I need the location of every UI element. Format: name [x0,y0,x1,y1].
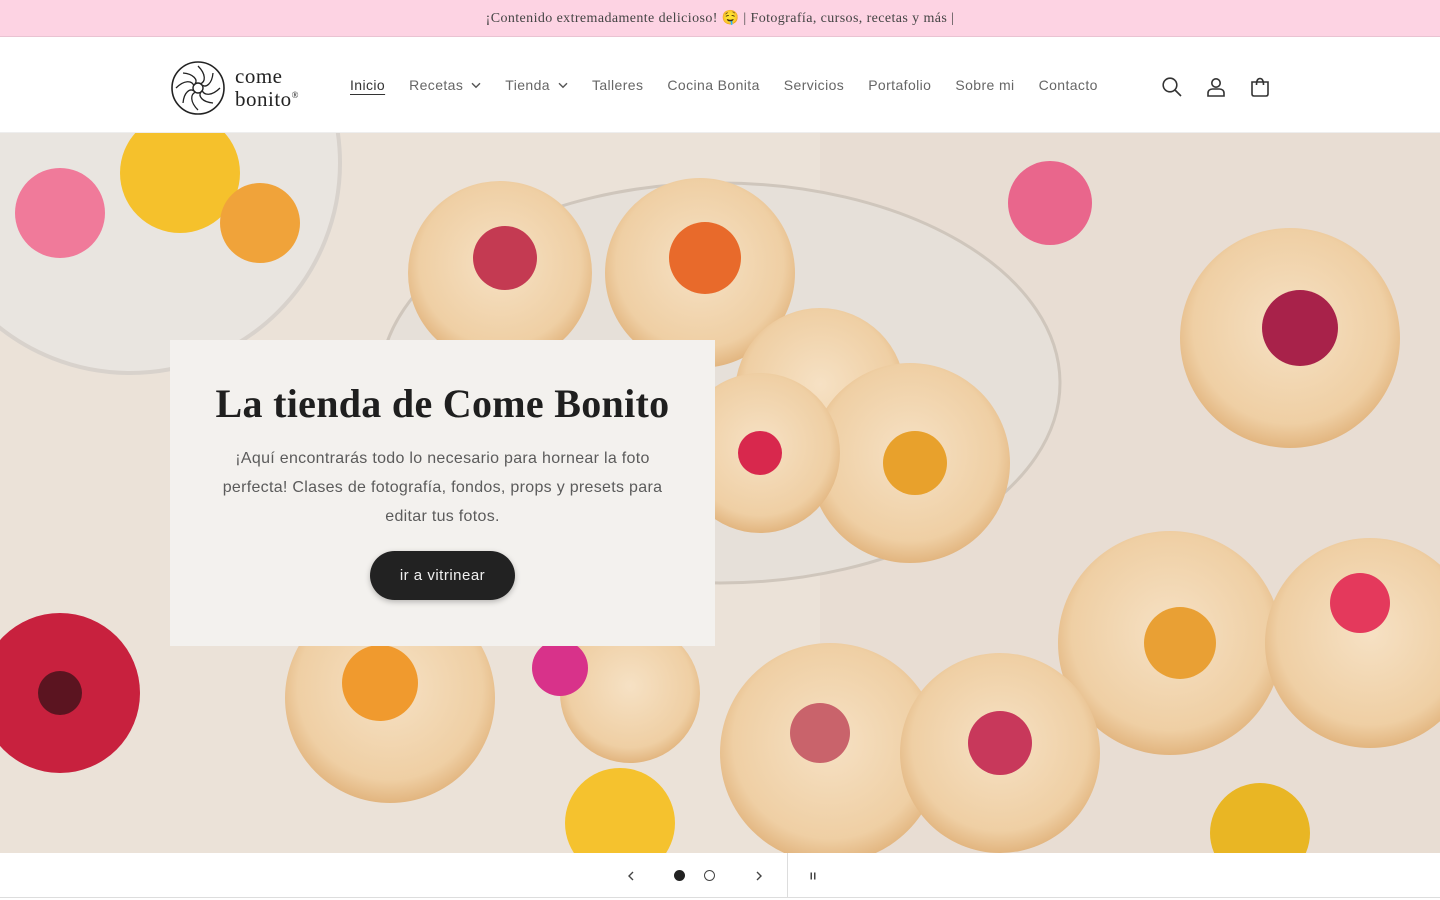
slide-dot-1[interactable] [674,870,685,881]
nav-item-talleres[interactable]: Talleres [580,70,655,100]
announcement-text: ¡Contenido extremadamente delicioso! 🤤 |… [485,10,955,26]
nav-item-inicio[interactable]: Inicio [338,70,397,100]
announcement-bar: ¡Contenido extremadamente delicioso! 🤤 |… [0,0,1440,37]
nav-item-recetas[interactable]: Recetas [397,70,493,100]
account-icon [1207,78,1225,97]
brand-logo[interactable]: come bonito® [170,59,310,117]
nav-item-label: Inicio [350,77,386,93]
nav-item-label: Portafolio [868,77,932,93]
nav-item-label: Servicios [783,77,845,93]
slideshow-controls [0,853,1440,898]
previous-slide-button[interactable] [609,853,653,898]
chevron-down-icon [471,80,481,90]
hero-slideshow: La tienda de Come Bonito ¡Aquí encontrar… [0,133,1440,853]
nav-item-servicios[interactable]: Servicios [772,70,856,100]
nav-item-label: Sobre mi [955,77,1015,93]
nav-item-cocina-bonita[interactable]: Cocina Bonita [655,70,771,100]
hero-title: La tienda de Come Bonito [215,381,670,426]
search-button[interactable] [1150,65,1194,109]
main-nav: Inicio Recetas Tienda Talleres Cocina Bo… [338,37,1110,133]
nav-item-portafolio[interactable]: Portafolio [856,70,943,100]
brand-registered-mark: ® [291,90,300,100]
slide-dot-2[interactable] [704,870,715,881]
nav-item-label: Tienda [505,77,550,93]
account-button[interactable] [1194,65,1238,109]
brand-line1: come [235,64,283,88]
site-header: come bonito® Inicio Recetas Tienda Talle… [0,37,1440,133]
hero-content-card: La tienda de Come Bonito ¡Aquí encontrar… [170,340,715,646]
header-actions [1150,65,1282,109]
controls-divider [787,853,788,898]
cart-button[interactable] [1238,65,1282,109]
shop-now-button[interactable]: ir a vitrinear [370,551,515,600]
cart-icon [1251,77,1269,97]
pause-icon [810,872,816,879]
search-icon [1162,77,1182,97]
brand-wordmark: come bonito® [235,64,300,111]
next-slide-button[interactable] [737,853,781,898]
nav-item-label: Contacto [1038,77,1098,93]
hero-description: ¡Aquí encontrarás todo lo necesario para… [222,450,663,525]
brand-flower-icon [171,61,225,115]
nav-item-sobre-mi[interactable]: Sobre mi [943,70,1026,100]
chevron-down-icon [558,80,568,90]
pause-slideshow-button[interactable] [791,853,835,898]
chevron-right-icon [756,871,762,880]
nav-item-label: Talleres [591,77,644,93]
nav-item-label: Recetas [409,77,464,93]
nav-item-tienda[interactable]: Tienda [493,70,580,100]
nav-item-label: Cocina Bonita [667,77,760,93]
chevron-left-icon [628,871,634,880]
brand-line2: bonito [235,87,292,111]
nav-item-contacto[interactable]: Contacto [1027,70,1110,100]
